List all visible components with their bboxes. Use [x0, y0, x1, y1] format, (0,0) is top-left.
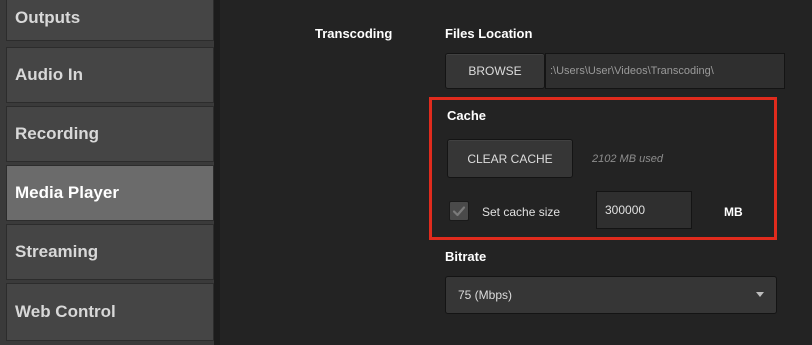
- cache-size-unit: MB: [724, 205, 743, 219]
- cache-size-value: 300000: [605, 203, 646, 217]
- sidebar-item-outputs[interactable]: Outputs: [6, 0, 214, 41]
- sidebar-item-label: Web Control: [15, 302, 116, 321]
- clear-cache-button-label: CLEAR CACHE: [467, 151, 553, 166]
- sidebar-item-audio-in[interactable]: Audio In: [6, 47, 214, 103]
- bitrate-selected-value: 75 (Mbps): [458, 288, 513, 302]
- set-cache-size-label: Set cache size: [482, 205, 561, 219]
- files-location-path[interactable]: :\Users\User\Videos\Transcoding\: [545, 53, 785, 89]
- files-location-path-value: :\Users\User\Videos\Transcoding\: [550, 65, 714, 77]
- chevron-down-icon: [756, 292, 764, 297]
- sidebar-item-streaming[interactable]: Streaming: [6, 224, 214, 280]
- section-label-transcoding: Transcoding: [315, 26, 393, 41]
- bitrate-label: Bitrate: [445, 249, 487, 264]
- cache-size-input[interactable]: 300000: [596, 191, 692, 229]
- browse-button-label: BROWSE: [468, 64, 522, 78]
- checkmark-icon: [452, 206, 466, 217]
- sidebar-item-media-player[interactable]: Media Player: [6, 165, 214, 221]
- files-location-label: Files Location: [445, 26, 533, 41]
- sidebar-item-label: Outputs: [15, 7, 81, 27]
- sidebar-item-web-control[interactable]: Web Control: [6, 283, 214, 341]
- cache-label: Cache: [447, 108, 487, 123]
- clear-cache-button[interactable]: CLEAR CACHE: [447, 139, 573, 178]
- sidebar-item-label: Recording: [15, 124, 100, 143]
- sidebar-item-label: Audio In: [15, 65, 83, 84]
- cache-used-text: 2102 MB used: [592, 153, 663, 165]
- sidebar-item-label: Streaming: [15, 242, 99, 261]
- settings-sidebar: Outputs Audio In Recording Media Player …: [0, 0, 220, 345]
- sidebar-item-recording[interactable]: Recording: [6, 106, 214, 162]
- set-cache-size-checkbox[interactable]: [449, 201, 469, 221]
- settings-content: Transcoding Files Location BROWSE :\User…: [220, 0, 812, 345]
- browse-button[interactable]: BROWSE: [445, 53, 545, 89]
- sidebar-item-label: Media Player: [15, 183, 119, 202]
- bitrate-select[interactable]: 75 (Mbps): [445, 276, 777, 314]
